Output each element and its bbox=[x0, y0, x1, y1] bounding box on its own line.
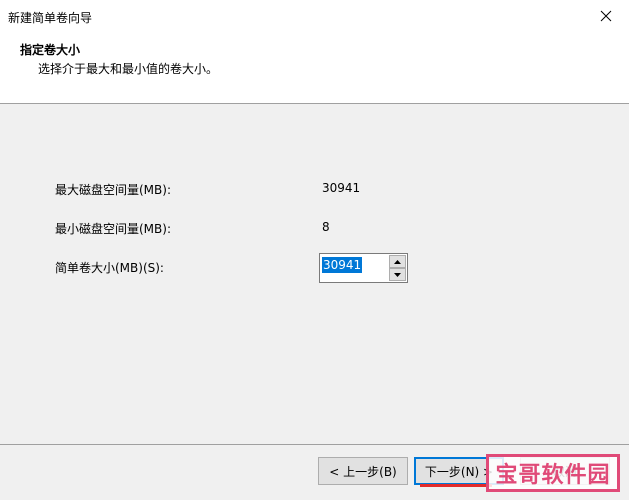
max-space-value: 30941 bbox=[322, 181, 361, 195]
footer-divider bbox=[0, 444, 629, 445]
watermark-text: 宝哥软件园 bbox=[495, 463, 611, 488]
wizard-header: 指定卷大小 选择介于最大和最小值的卷大小。 bbox=[0, 32, 629, 104]
spin-down-button[interactable] bbox=[389, 268, 406, 281]
title-bar: 新建简单卷向导 bbox=[0, 0, 629, 32]
window-title: 新建简单卷向导 bbox=[8, 11, 93, 25]
volume-size-stepper[interactable]: 30941 bbox=[319, 253, 408, 283]
watermark-logo: 宝哥软件园 bbox=[486, 454, 620, 492]
close-icon bbox=[600, 10, 612, 22]
volume-size-input[interactable]: 30941 bbox=[322, 257, 388, 278]
volume-size-value: 30941 bbox=[322, 257, 363, 273]
annotation-underline bbox=[420, 484, 492, 487]
spin-up-button[interactable] bbox=[389, 255, 406, 268]
back-button[interactable]: < 上一步(B) bbox=[318, 457, 408, 485]
page-subtitle: 选择介于最大和最小值的卷大小。 bbox=[38, 62, 219, 76]
arrow-up-icon bbox=[394, 259, 401, 264]
page-title: 指定卷大小 bbox=[20, 43, 81, 57]
spin-buttons bbox=[389, 255, 406, 281]
arrow-down-icon bbox=[394, 272, 401, 277]
volume-size-label: 简单卷大小(MB)(S): bbox=[55, 261, 164, 275]
min-space-value: 8 bbox=[322, 220, 330, 234]
min-space-label: 最小磁盘空间量(MB): bbox=[55, 222, 171, 236]
max-space-label: 最大磁盘空间量(MB): bbox=[55, 183, 171, 197]
close-button[interactable] bbox=[583, 0, 629, 32]
